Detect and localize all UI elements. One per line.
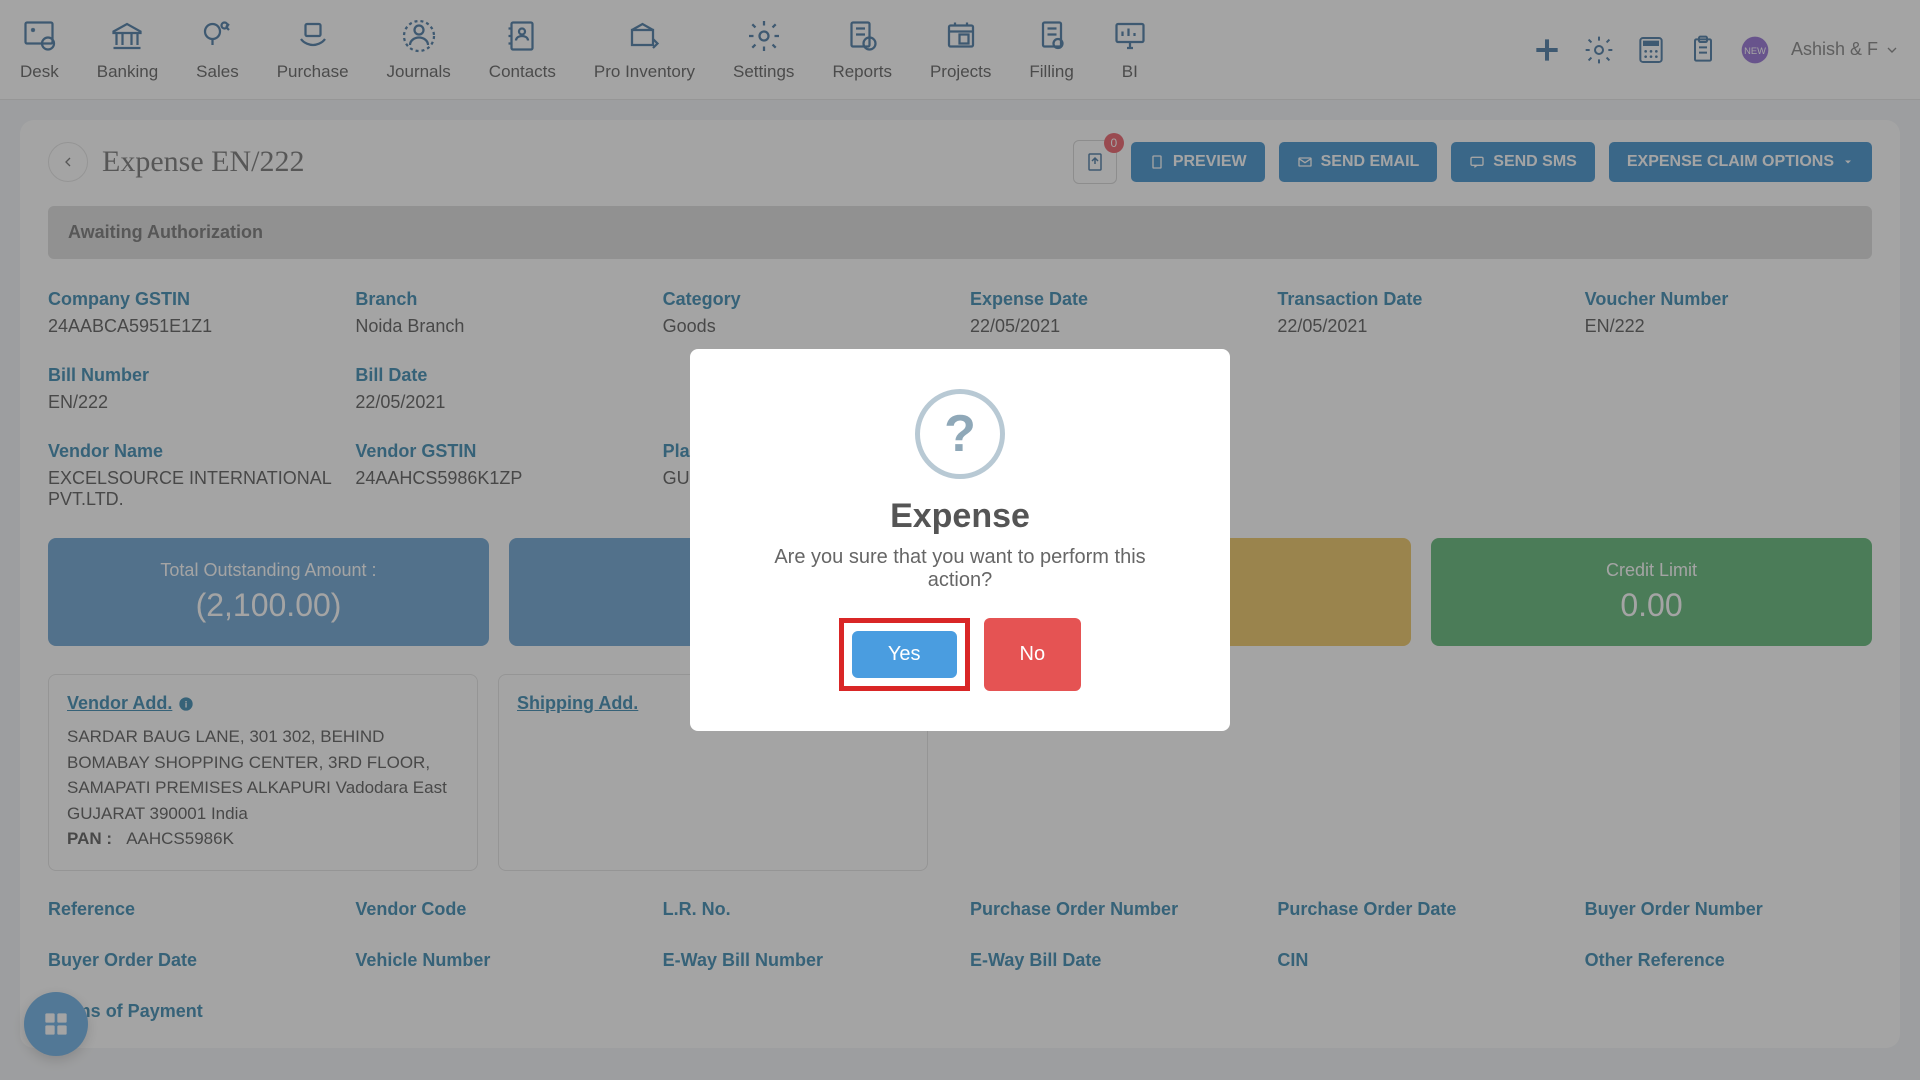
modal-overlay[interactable]: ? Expense Are you sure that you want to … <box>0 0 1920 1080</box>
no-button[interactable]: No <box>984 618 1082 691</box>
yes-highlight-box: Yes <box>839 618 970 691</box>
question-icon: ? <box>915 389 1005 479</box>
confirm-modal: ? Expense Are you sure that you want to … <box>690 349 1230 731</box>
modal-text: Are you sure that you want to perform th… <box>740 546 1180 592</box>
yes-button[interactable]: Yes <box>852 631 957 678</box>
modal-title: Expense <box>740 497 1180 536</box>
modal-buttons: Yes No <box>740 618 1180 691</box>
